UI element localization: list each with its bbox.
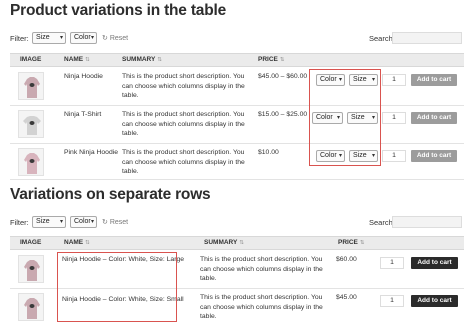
filter-size-select[interactable]: Size ▾ [32, 216, 66, 228]
product-image[interactable] [18, 72, 44, 100]
sort-icon: ⇅ [279, 57, 285, 63]
reset-link[interactable]: ↻ Reset [102, 34, 128, 42]
product-name[interactable]: Ninja Hoodie [64, 72, 103, 82]
quantity-input[interactable]: 1 [380, 295, 404, 307]
product-image[interactable] [18, 110, 44, 138]
product-summary: This is the product short description. Y… [122, 73, 245, 99]
product-price: $10.00 [258, 149, 279, 156]
header-price[interactable]: PRICE ⇅ [338, 237, 364, 249]
quantity-input[interactable]: 1 [380, 257, 404, 269]
quantity-input[interactable]: 1 [382, 150, 406, 162]
variation-names-highlight [57, 252, 177, 322]
add-to-cart-button[interactable]: Add to cart [411, 295, 458, 307]
sort-icon: ⇅ [85, 57, 90, 63]
table-header: IMAGE NAME ⇅ SUMMARY ⇅ PRICE ⇅ [10, 236, 464, 250]
reset-label: Reset [109, 35, 129, 42]
sort-icon: ⇅ [239, 240, 244, 246]
header-image[interactable]: IMAGE [20, 54, 41, 66]
filter-size-value: Size [36, 218, 50, 225]
product-name[interactable]: Ninja T-Shirt [64, 110, 101, 120]
product-summary: This is the product short description. Y… [122, 149, 245, 175]
filter-color-value: Color [74, 34, 91, 41]
filter-label: Filter: [10, 218, 29, 227]
header-summary[interactable]: SUMMARY ⇅ [122, 54, 162, 66]
variation-selects-highlight [309, 69, 381, 166]
product-price: $60.00 [336, 256, 357, 263]
filter-color-select[interactable]: Color ▾ [70, 216, 97, 228]
search-input[interactable] [392, 32, 462, 44]
section2-title: Variations on separate rows [10, 186, 211, 203]
add-to-cart-button[interactable]: Add to cart [411, 150, 457, 162]
table-row: Pink Ninja Hoodie This is the product sh… [10, 144, 464, 180]
filter-color-select[interactable]: Color ▾ [70, 32, 97, 44]
sort-icon: ⇅ [359, 240, 365, 246]
reset-label: Reset [109, 219, 129, 226]
reset-link[interactable]: ↻ Reset [102, 218, 128, 226]
chevron-down-icon: ▾ [59, 219, 63, 225]
add-to-cart-button[interactable]: Add to cart [411, 74, 457, 86]
table-row: Ninja Hoodie This is the product short d… [10, 68, 464, 106]
filter-color-value: Color [74, 218, 91, 225]
filter-size-select[interactable]: Size ▾ [32, 32, 66, 44]
product-price: $45.00 – $60.00 [258, 73, 308, 80]
table-row: Ninja T-Shirt This is the product short … [10, 106, 464, 144]
section1-title: Product variations in the table [10, 2, 227, 19]
filter-size-value: Size [36, 34, 50, 41]
quantity-input[interactable]: 1 [382, 112, 406, 124]
product-name[interactable]: Pink Ninja Hoodie [64, 148, 118, 158]
reset-icon: ↻ [102, 219, 108, 226]
product-image[interactable] [18, 293, 44, 321]
header-name[interactable]: NAME ⇅ [64, 237, 90, 249]
sort-icon: ⇅ [85, 240, 90, 246]
add-to-cart-button[interactable]: Add to cart [411, 112, 457, 124]
reset-icon: ↻ [102, 35, 108, 42]
header-name[interactable]: NAME ⇅ [64, 54, 90, 66]
product-summary: This is the product short description. Y… [200, 256, 323, 282]
product-price: $15.00 – $25.00 [258, 111, 308, 118]
chevron-down-icon: ▾ [59, 35, 63, 41]
quantity-input[interactable]: 1 [382, 74, 406, 86]
search-input[interactable] [392, 216, 462, 228]
product-summary: This is the product short description. Y… [122, 111, 245, 137]
sort-icon: ⇅ [157, 57, 162, 63]
filter-label: Filter: [10, 34, 29, 43]
chevron-down-icon: ▾ [90, 219, 94, 225]
search-label: Search: [369, 218, 395, 227]
product-summary: This is the product short description. Y… [200, 294, 323, 320]
product-image[interactable] [18, 255, 44, 283]
search-label: Search: [369, 34, 395, 43]
header-image[interactable]: IMAGE [20, 237, 41, 249]
header-price[interactable]: PRICE ⇅ [258, 54, 284, 66]
header-summary[interactable]: SUMMARY ⇅ [204, 237, 244, 249]
chevron-down-icon: ▾ [90, 35, 94, 41]
product-image[interactable] [18, 148, 44, 176]
add-to-cart-button[interactable]: Add to cart [411, 257, 458, 269]
table-header: IMAGE NAME ⇅ SUMMARY ⇅ PRICE ⇅ [10, 53, 464, 67]
product-price: $45.00 [336, 294, 357, 301]
